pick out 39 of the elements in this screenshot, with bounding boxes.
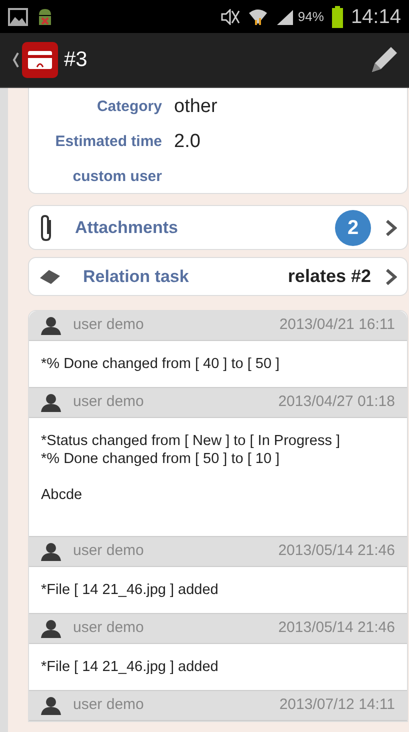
journal-user: user demo	[73, 315, 144, 336]
chevron-right-icon	[385, 220, 397, 236]
field-label: Category	[96, 96, 162, 117]
mute-icon	[220, 8, 240, 24]
back-caret-icon	[12, 52, 20, 68]
chevron-right-icon	[385, 268, 397, 284]
issue-title: #3	[64, 47, 88, 74]
journal-date: 2013/04/21 16:11	[279, 315, 395, 336]
relation-row[interactable]: Relation task relates #2	[28, 257, 408, 296]
person-icon	[41, 696, 61, 714]
field-value: 2.0	[174, 130, 200, 154]
journal-user: user demo	[73, 541, 144, 562]
person-icon	[41, 542, 61, 560]
journal-date: 2013/05/14 21:46	[278, 541, 395, 562]
wifi-icon	[248, 8, 268, 26]
field-label: custom user	[72, 166, 162, 187]
relation-label: Relation task	[83, 266, 189, 288]
journal-user: user demo	[73, 392, 144, 412]
signal-icon	[276, 8, 294, 24]
person-icon	[41, 394, 61, 412]
battery-icon	[332, 6, 343, 28]
journal-user: user demo	[73, 618, 144, 638]
field-label: Estimated time	[54, 132, 162, 152]
journal-date: 2013/05/14 21:46	[278, 618, 395, 638]
journal-date: 2013/04/27 01:18	[278, 392, 395, 412]
journal-date: 2013/07/12 14:11	[279, 695, 395, 716]
field-value: other	[174, 94, 218, 119]
battery-percent: 94%	[298, 8, 324, 26]
attachments-row[interactable]: Attachments 2	[28, 205, 408, 250]
clock: 14:14	[350, 4, 401, 30]
person-icon	[41, 316, 61, 334]
count-badge: 2	[335, 210, 371, 246]
image-icon	[8, 8, 28, 26]
relation-value: relates #2	[288, 265, 371, 288]
app-logo-icon[interactable]	[22, 42, 58, 78]
attachments-label: Attachments	[75, 216, 178, 239]
edit-pencil-icon[interactable]	[369, 45, 399, 75]
person-icon	[41, 620, 61, 638]
journal-user: user demo	[73, 695, 144, 716]
